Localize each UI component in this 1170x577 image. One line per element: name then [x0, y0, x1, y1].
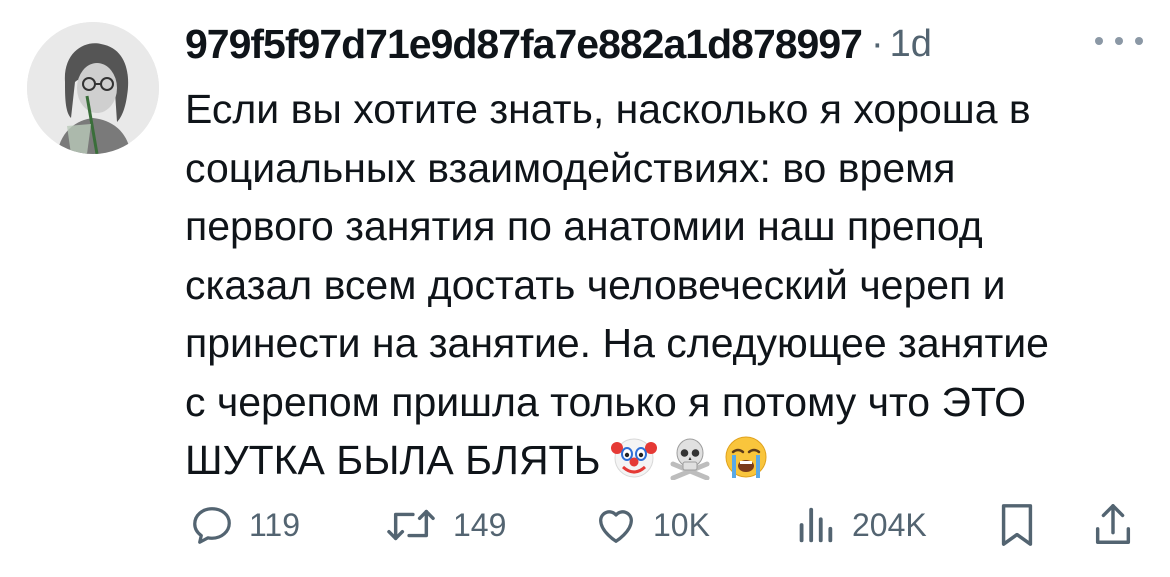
repost-icon — [387, 509, 435, 541]
avatar[interactable] — [27, 22, 159, 154]
tweet-line: первого занятия по анатомии наш препод — [185, 203, 983, 249]
more-icon[interactable] — [1095, 26, 1143, 56]
reply-icon — [193, 507, 231, 544]
avatar-drawing — [27, 22, 159, 154]
like-count: 10K — [653, 506, 710, 543]
share-button[interactable] — [1090, 495, 1136, 555]
reply-count: 119 — [249, 506, 301, 543]
action-bar: 119 149 10K 204K — [0, 495, 1170, 555]
tweet-line: Если вы хотите знать, насколько я хороша… — [185, 86, 1031, 132]
tweet-line: сказал всем достать человеческий череп и — [185, 261, 1006, 308]
tweet-line-last: ШУТКА БЫЛА БЛЯТЬ — [185, 431, 1160, 490]
repost-button[interactable]: 149 — [383, 495, 506, 555]
bookmark-button[interactable] — [994, 495, 1040, 555]
username[interactable]: 979f5f97d71e9d87fa7e882a1d878997 — [185, 21, 863, 68]
bookmark-icon — [1001, 504, 1033, 546]
like-button[interactable]: 10K — [593, 495, 710, 555]
more-dot — [1135, 37, 1143, 45]
skull-and-crossbones-icon — [670, 438, 710, 480]
views-count: 204K — [852, 506, 927, 543]
more-dot — [1095, 37, 1103, 45]
loudly-crying-face-icon — [725, 436, 767, 478]
more-dot — [1115, 37, 1123, 45]
views-icon — [799, 507, 833, 543]
share-icon — [1095, 504, 1131, 544]
separator-dot: · — [870, 22, 884, 65]
tweet-line: принести на занятие. На следующее заняти… — [185, 320, 1049, 366]
like-icon — [599, 510, 633, 543]
clown-face-icon — [610, 438, 657, 478]
reply-button[interactable]: 119 — [189, 495, 300, 555]
tweet-line: ШУТКА БЫЛА БЛЯТЬ — [185, 437, 601, 483]
tweet-line: с черепом пришла только я потому что ЭТО — [185, 378, 1027, 425]
tweet-text: Если вы хотите знать, насколько я хороша… — [185, 80, 1160, 490]
views-button[interactable]: 204K — [792, 495, 927, 555]
repost-count: 149 — [453, 506, 507, 543]
timestamp[interactable]: 1d — [890, 23, 932, 66]
tweet-header: 979f5f97d71e9d87fa7e882a1d878997 · 1d — [185, 14, 932, 74]
tweet-line: социальных взаимодействиях: во время — [185, 144, 956, 191]
